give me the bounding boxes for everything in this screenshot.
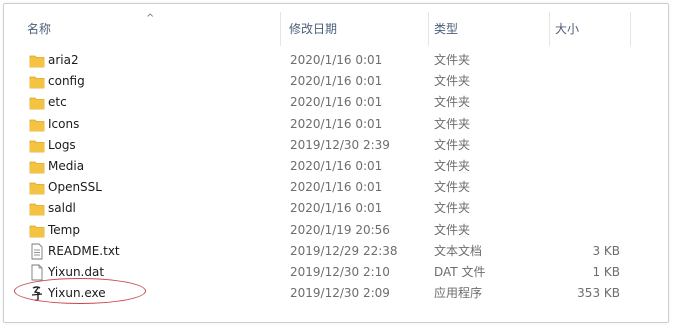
file-row[interactable]: Media 2020/1/16 0:01 文件夹	[4, 156, 668, 177]
file-name: saldl	[48, 201, 76, 216]
blank-file-icon	[29, 264, 45, 281]
file-type: 文件夹	[434, 180, 471, 195]
file-type: 文件夹	[434, 222, 471, 237]
column-divider[interactable]	[549, 12, 550, 46]
application-icon	[29, 285, 45, 302]
file-row[interactable]: Yixun.exe 2019/12/30 2:09 应用程序 353 KB	[4, 283, 668, 304]
file-type: 文件夹	[434, 74, 471, 89]
file-row[interactable]: README.txt 2019/12/29 22:38 文本文档 3 KB	[4, 241, 668, 262]
file-modified-date: 2020/1/16 0:01	[290, 116, 383, 131]
file-type: 文件夹	[434, 137, 471, 152]
text-document-icon	[29, 243, 45, 260]
folder-icon	[29, 52, 45, 69]
folder-icon	[29, 73, 45, 90]
file-modified-date: 2020/1/16 0:01	[290, 201, 383, 216]
file-name: aria2	[48, 53, 79, 67]
file-modified-date: 2020/1/16 0:01	[290, 74, 383, 89]
column-header-date[interactable]: 修改日期	[289, 12, 337, 46]
folder-icon	[29, 158, 45, 175]
file-name: Media	[48, 159, 85, 173]
file-modified-date: 2020/1/16 0:01	[290, 159, 383, 173]
file-modified-date: 2019/12/29 22:38	[290, 243, 398, 258]
folder-icon	[29, 222, 45, 239]
file-row[interactable]: Logs 2019/12/30 2:39 文件夹	[4, 135, 668, 156]
column-header-size[interactable]: 大小	[555, 12, 579, 46]
file-modified-date: 2020/1/16 0:01	[290, 180, 383, 195]
column-header-bar: ^ 名称 修改日期 类型 大小	[4, 12, 668, 46]
file-name: Yixun.exe	[48, 286, 106, 301]
column-divider[interactable]	[280, 12, 281, 46]
file-modified-date: 2020/1/16 0:01	[290, 95, 383, 110]
file-name: README.txt	[48, 243, 120, 258]
file-row[interactable]: Yixun.dat 2019/12/30 2:10 DAT 文件 1 KB	[4, 262, 668, 283]
folder-icon	[29, 94, 45, 111]
file-name: Temp	[48, 222, 80, 237]
file-type: 文件夹	[434, 95, 471, 110]
file-type: 文件夹	[434, 116, 471, 131]
file-type: 应用程序	[434, 286, 483, 301]
file-row[interactable]: Temp 2020/1/19 20:56 文件夹	[4, 220, 668, 241]
column-divider[interactable]	[630, 12, 631, 46]
file-type: 文件夹	[434, 159, 471, 173]
file-row[interactable]: saldl 2020/1/16 0:01 文件夹	[4, 198, 668, 219]
file-modified-date: 2019/12/30 2:09	[290, 286, 390, 301]
column-header-type[interactable]: 类型	[434, 12, 458, 46]
file-row[interactable]: etc 2020/1/16 0:01 文件夹	[4, 92, 668, 113]
file-name: OpenSSL	[48, 180, 102, 195]
column-divider[interactable]	[428, 12, 429, 46]
file-name: config	[48, 74, 85, 89]
file-name: Icons	[48, 116, 80, 131]
file-size: 1 KB	[592, 265, 620, 279]
file-size: 3 KB	[592, 243, 620, 258]
file-name: etc	[48, 95, 67, 110]
folder-icon	[29, 179, 45, 196]
file-row[interactable]: Icons 2020/1/16 0:01 文件夹	[4, 114, 668, 135]
file-modified-date: 2020/1/19 20:56	[290, 222, 390, 237]
sort-ascending-indicator: ^	[146, 13, 155, 24]
file-type: DAT 文件	[434, 265, 486, 279]
file-name: Logs	[48, 137, 76, 152]
file-row[interactable]: aria2 2020/1/16 0:01 文件夹	[4, 50, 668, 71]
file-size: 353 KB	[577, 286, 620, 301]
file-type: 文件夹	[434, 53, 471, 67]
folder-icon	[29, 200, 45, 217]
file-row[interactable]: OpenSSL 2020/1/16 0:01 文件夹	[4, 177, 668, 198]
file-type: 文本文档	[434, 243, 483, 258]
file-type: 文件夹	[434, 201, 471, 216]
column-header-name[interactable]: 名称	[27, 12, 51, 46]
folder-icon	[29, 137, 45, 154]
file-modified-date: 2020/1/16 0:01	[290, 53, 383, 67]
file-row[interactable]: config 2020/1/16 0:01 文件夹	[4, 71, 668, 92]
file-modified-date: 2019/12/30 2:10	[290, 265, 390, 279]
file-explorer-window: ^ 名称 修改日期 类型 大小 aria2 2020/1/16 0:01 文件夹 co…	[3, 3, 669, 323]
folder-icon	[29, 116, 45, 133]
file-name: Yixun.dat	[48, 265, 105, 279]
file-modified-date: 2019/12/30 2:39	[290, 137, 390, 152]
